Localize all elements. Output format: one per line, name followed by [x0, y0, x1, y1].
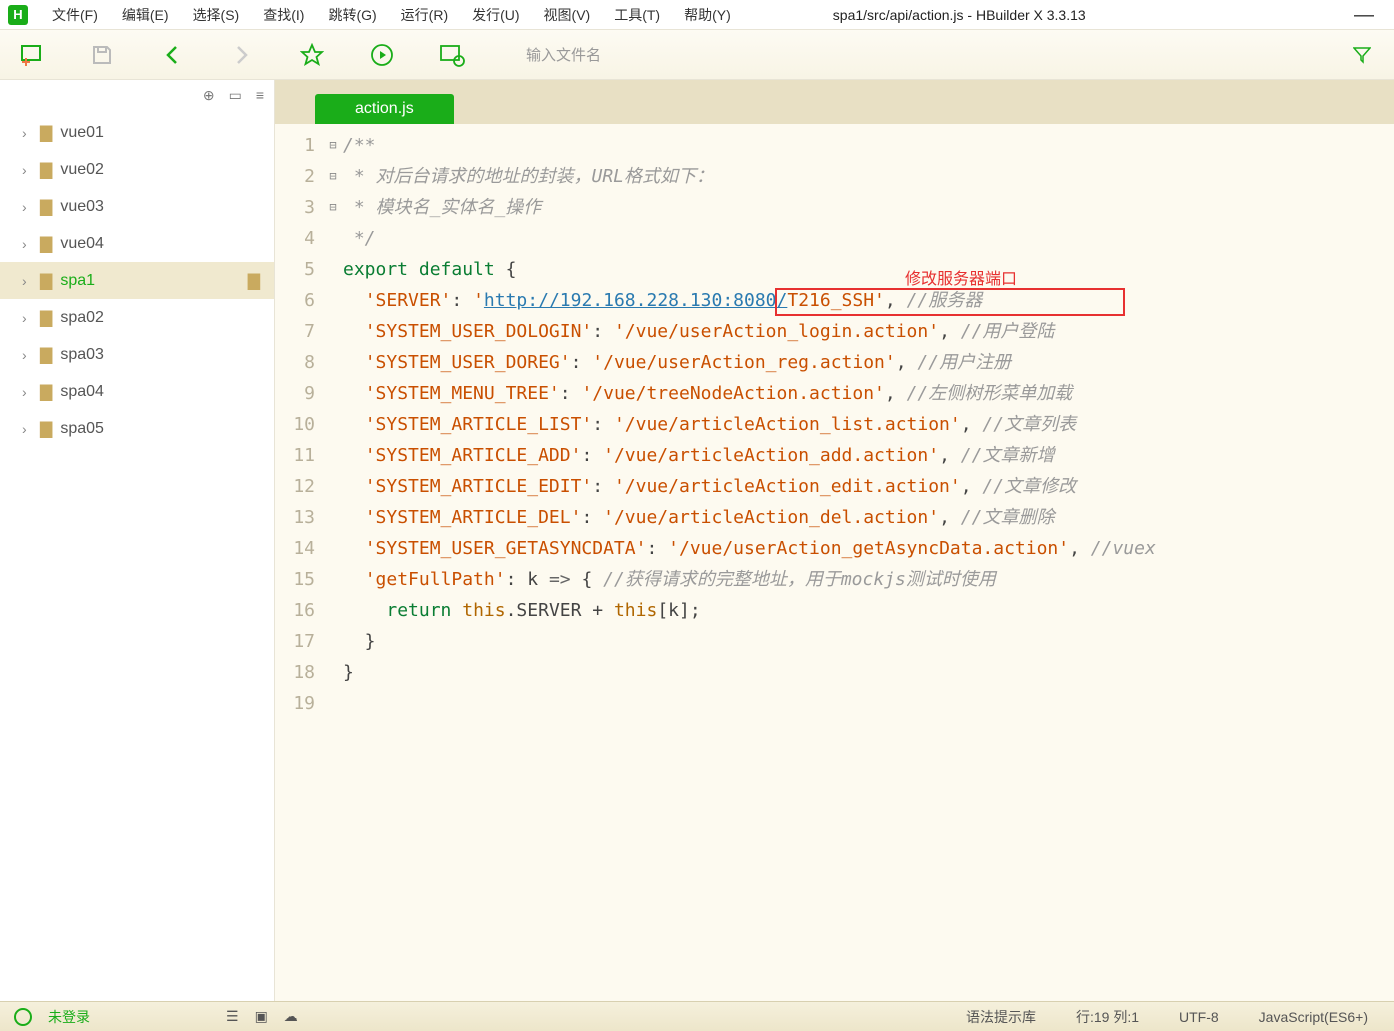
project-spa05[interactable]: › ▇ spa05 — [0, 410, 274, 447]
folder-icon: ▇ — [40, 382, 52, 402]
new-file-icon[interactable] — [18, 41, 46, 69]
login-status[interactable]: 未登录 — [48, 1007, 90, 1027]
project-label: spa03 — [60, 346, 104, 364]
menu-icon[interactable]: ≡ — [256, 87, 264, 103]
line-gutter: 12345678910111213141516171819 — [275, 124, 323, 1001]
folder-open-icon: ▇ — [248, 271, 260, 291]
folder-icon: ▇ — [40, 345, 52, 365]
file-search-input[interactable]: 输入文件名 — [518, 40, 818, 69]
star-icon[interactable] — [298, 41, 326, 69]
preview-icon[interactable] — [438, 41, 466, 69]
tab-action-js[interactable]: action.js — [315, 94, 454, 124]
folder-icon: ▇ — [40, 123, 52, 143]
run-icon[interactable] — [368, 41, 396, 69]
syntax-lib[interactable]: 语法提示库 — [954, 1007, 1048, 1027]
encoding[interactable]: UTF-8 — [1167, 1009, 1231, 1025]
project-label: vue04 — [60, 235, 104, 253]
tab-bar: action.js — [275, 80, 1394, 124]
project-label: spa1 — [60, 272, 95, 290]
folder-icon: ▇ — [40, 197, 52, 217]
menubar: H 文件(F)编辑(E)选择(S)查找(I)跳转(G)运行(R)发行(U)视图(… — [0, 0, 1394, 30]
back-icon[interactable] — [158, 41, 186, 69]
project-label: vue02 — [60, 161, 104, 179]
chevron-right-icon: › — [22, 310, 34, 326]
project-label: spa05 — [60, 420, 104, 438]
chevron-right-icon: › — [22, 199, 34, 215]
chevron-right-icon: › — [22, 384, 34, 400]
project-spa04[interactable]: › ▇ spa04 — [0, 373, 274, 410]
chevron-right-icon: › — [22, 125, 34, 141]
chevron-right-icon: › — [22, 236, 34, 252]
menu-运行(R)[interactable]: 运行(R) — [389, 5, 460, 25]
menu-文件(F)[interactable]: 文件(F) — [40, 5, 110, 25]
terminal-icon[interactable]: ▣ — [255, 1008, 268, 1025]
fold-toggle[interactable]: ⊟ — [323, 192, 343, 223]
project-label: spa04 — [60, 383, 104, 401]
folder-icon: ▇ — [40, 271, 52, 291]
fold-toggle[interactable]: ⊟ — [323, 130, 343, 161]
sidebar-tools: ⊕ ▭ ≡ — [0, 80, 274, 110]
list-icon[interactable]: ☰ — [226, 1008, 239, 1025]
project-label: vue03 — [60, 198, 104, 216]
app-logo: H — [8, 5, 28, 25]
main-area: ⊕ ▭ ≡ › ▇ vue01 › ▇ vue02 › ▇ vue03 › ▇ vue04 › ▇ spa1… — [0, 80, 1394, 1001]
sync-icon[interactable]: ☁ — [284, 1008, 298, 1025]
chevron-right-icon: › — [22, 421, 34, 437]
project-tree: › ▇ vue01 › ▇ vue02 › ▇ vue03 › ▇ vue04 › ▇ spa1 ▇ › ▇ spa… — [0, 110, 274, 1001]
locate-icon[interactable]: ⊕ — [203, 87, 215, 104]
chevron-right-icon: › — [22, 273, 34, 289]
statusbar: 未登录 ☰ ▣ ☁ 语法提示库 行:19 列:1 UTF-8 JavaScrip… — [0, 1001, 1394, 1031]
window-title: spa1/src/api/action.js - HBuilder X 3.3.… — [833, 7, 1086, 23]
menu-帮助(Y)[interactable]: 帮助(Y) — [672, 5, 743, 25]
project-vue02[interactable]: › ▇ vue02 — [0, 151, 274, 188]
chevron-right-icon: › — [22, 347, 34, 363]
project-vue03[interactable]: › ▇ vue03 — [0, 188, 274, 225]
project-vue04[interactable]: › ▇ vue04 — [0, 225, 274, 262]
folder-icon: ▇ — [40, 308, 52, 328]
folder-icon: ▇ — [40, 234, 52, 254]
editor-area: action.js 12345678910111213141516171819 … — [275, 80, 1394, 1001]
menu-编辑(E)[interactable]: 编辑(E) — [110, 5, 181, 25]
filter-icon[interactable] — [1348, 41, 1376, 69]
fold-column: ⊟⊟⊟ — [323, 124, 343, 1001]
toolbar: 输入文件名 — [0, 30, 1394, 80]
chevron-right-icon: › — [22, 162, 34, 178]
code-content[interactable]: /** * 对后台请求的地址的封装，URL格式如下： * 模块名_实体名_操作 … — [343, 124, 1156, 1001]
language-mode[interactable]: JavaScript(ES6+) — [1247, 1009, 1380, 1025]
cursor-position: 行:19 列:1 — [1064, 1007, 1151, 1027]
sidebar: ⊕ ▭ ≡ › ▇ vue01 › ▇ vue02 › ▇ vue03 › ▇ vue04 › ▇ spa1… — [0, 80, 275, 1001]
user-icon[interactable] — [14, 1008, 32, 1026]
project-label: vue01 — [60, 124, 104, 142]
project-label: spa02 — [60, 309, 104, 327]
folder-icon: ▇ — [40, 419, 52, 439]
save-icon[interactable] — [88, 41, 116, 69]
collapse-icon[interactable]: ▭ — [229, 87, 242, 104]
project-spa03[interactable]: › ▇ spa03 — [0, 336, 274, 373]
menu-查找(I)[interactable]: 查找(I) — [251, 5, 316, 25]
project-spa1[interactable]: › ▇ spa1 ▇ — [0, 262, 274, 299]
code-area[interactable]: 12345678910111213141516171819 ⊟⊟⊟ /** * … — [275, 124, 1394, 1001]
menu-跳转(G)[interactable]: 跳转(G) — [316, 5, 388, 25]
menu-发行(U)[interactable]: 发行(U) — [460, 5, 531, 25]
folder-icon: ▇ — [40, 160, 52, 180]
fold-toggle[interactable]: ⊟ — [323, 161, 343, 192]
menu-选择(S)[interactable]: 选择(S) — [181, 5, 252, 25]
menu-工具(T)[interactable]: 工具(T) — [602, 5, 672, 25]
minimize-icon[interactable]: — — [1342, 8, 1386, 22]
project-vue01[interactable]: › ▇ vue01 — [0, 114, 274, 151]
menu-视图(V)[interactable]: 视图(V) — [532, 5, 603, 25]
project-spa02[interactable]: › ▇ spa02 — [0, 299, 274, 336]
forward-icon[interactable] — [228, 41, 256, 69]
